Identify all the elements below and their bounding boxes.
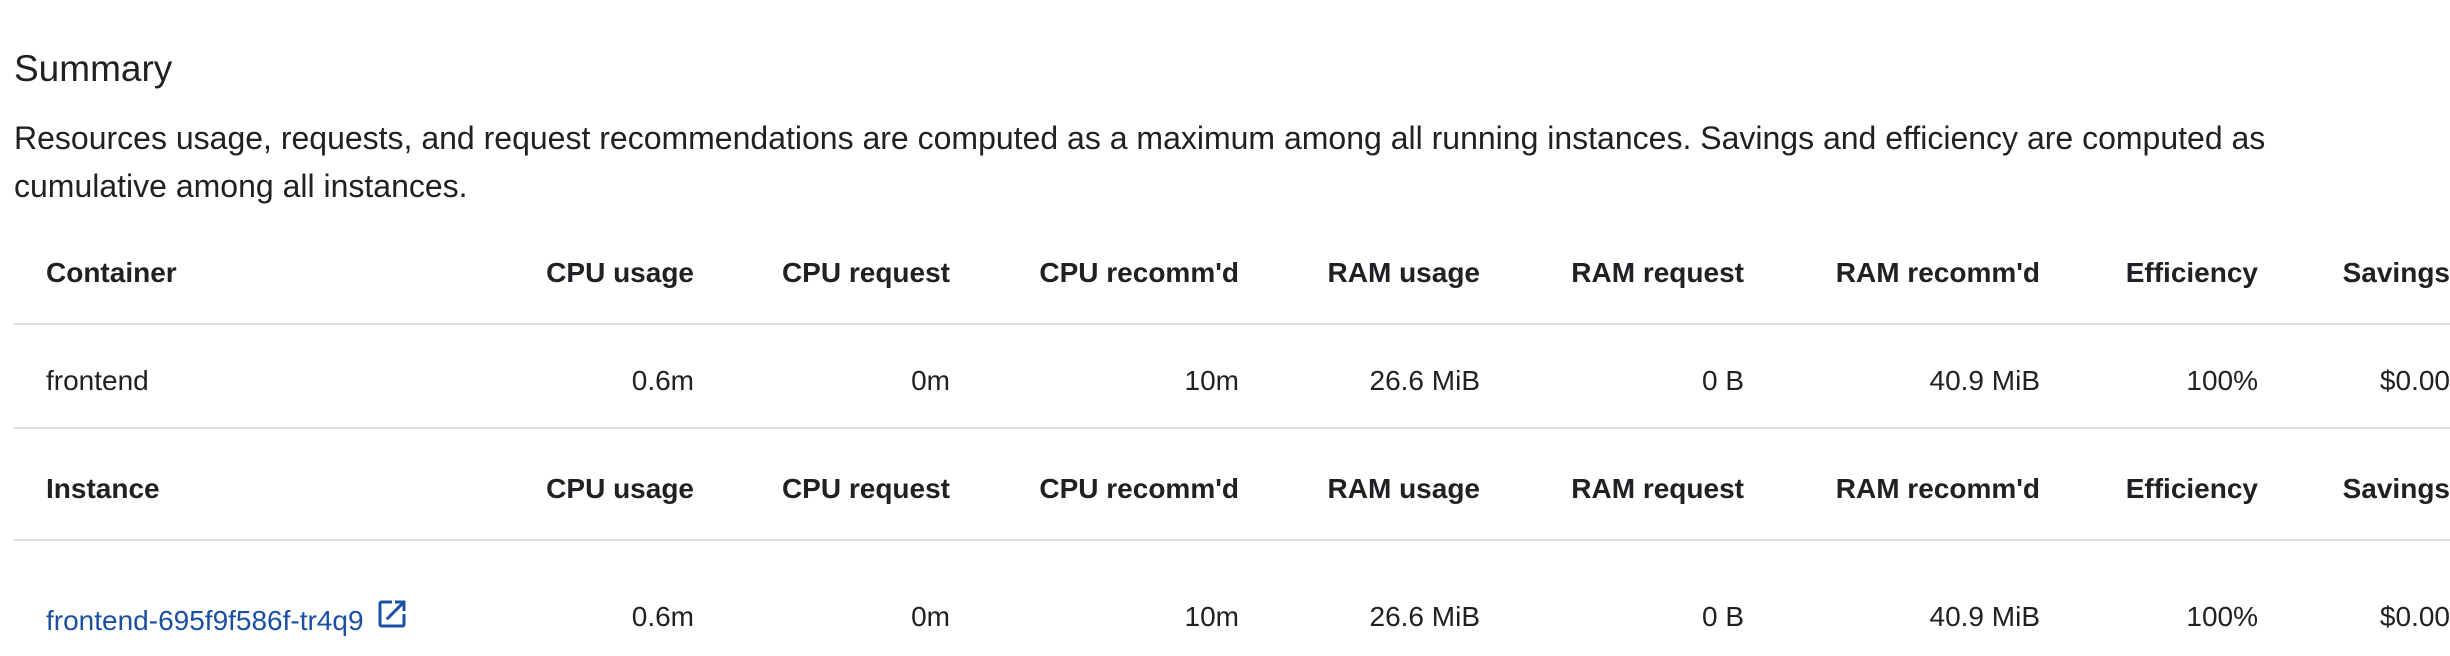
summary-section: Summary Resources usage, requests, and r…: [14, 40, 2450, 210]
col-header-cpu-usage[interactable]: CPU usage: [484, 212, 694, 325]
col-header-cpu-usage[interactable]: CPU usage: [484, 428, 694, 541]
cpu-request-value: 0m: [694, 324, 950, 429]
col-header-ram-request[interactable]: RAM request: [1480, 428, 1744, 541]
col-header-container[interactable]: Container: [14, 212, 484, 325]
ram-recommended-value: 40.9 MiB: [1929, 600, 2041, 632]
col-header-efficiency[interactable]: Efficiency: [2040, 428, 2258, 541]
summary-title: Summary: [14, 48, 173, 89]
cpu-request-value: 0m: [911, 600, 950, 632]
ram-recommended-value: 40.9 MiB: [1744, 324, 2040, 429]
col-header-ram-usage[interactable]: RAM usage: [1239, 428, 1480, 541]
savings-value: $0.00: [2258, 324, 2450, 429]
container-name: frontend: [14, 324, 484, 429]
col-header-instance[interactable]: Instance: [14, 428, 484, 541]
summary-description: Resources usage, requests, and request r…: [14, 120, 2266, 204]
cpu-usage-value: 0.6m: [484, 324, 694, 429]
efficiency-value: 100%: [2040, 324, 2258, 429]
col-header-cpu-recommended[interactable]: CPU recomm'd: [950, 212, 1239, 325]
cpu-recommended-value: 10m: [950, 324, 1239, 429]
col-header-ram-usage[interactable]: RAM usage: [1239, 212, 1480, 325]
resource-table: Container CPU usage CPU request CPU reco…: [14, 212, 2450, 656]
col-header-cpu-recommended[interactable]: CPU recomm'd: [950, 428, 1239, 541]
open-in-new-icon[interactable]: [374, 596, 410, 632]
col-header-efficiency[interactable]: Efficiency: [2040, 212, 2258, 325]
ram-request-value: 0 B: [1701, 600, 1744, 632]
instance-link[interactable]: frontend-695f9f586f-tr4q9: [46, 605, 364, 636]
ram-usage-value: 26.6 MiB: [1369, 600, 1481, 632]
col-header-ram-recommended[interactable]: RAM recomm'd: [1744, 212, 2040, 325]
instance-name-cell: frontend-695f9f586f-tr4q9: [14, 540, 484, 656]
cpu-recommended-value: 10m: [1184, 600, 1239, 632]
col-header-ram-request[interactable]: RAM request: [1480, 212, 1744, 325]
table-row: frontend-695f9f586f-tr4q9 0.6m 0m 10m 26…: [14, 540, 2450, 656]
instance-header-row: Instance CPU usage CPU request CPU recom…: [14, 428, 2450, 541]
col-header-cpu-request[interactable]: CPU request: [694, 212, 950, 325]
col-header-ram-recommended[interactable]: RAM recomm'd: [1744, 428, 2040, 541]
ram-usage-value: 26.6 MiB: [1239, 324, 1480, 429]
col-header-savings[interactable]: Savings: [2258, 212, 2450, 325]
container-header-row: Container CPU usage CPU request CPU reco…: [14, 212, 2450, 325]
table-row: frontend 0.6m 0m 10m 26.6 MiB 0 B 40.9 M…: [14, 324, 2450, 429]
cpu-usage-value: 0.6m: [631, 600, 694, 632]
ram-request-value: 0 B: [1480, 324, 1744, 429]
col-header-savings[interactable]: Savings: [2258, 428, 2450, 541]
savings-value: $0.00: [2379, 600, 2450, 632]
efficiency-value: 100%: [2186, 600, 2258, 632]
col-header-cpu-request[interactable]: CPU request: [694, 428, 950, 541]
